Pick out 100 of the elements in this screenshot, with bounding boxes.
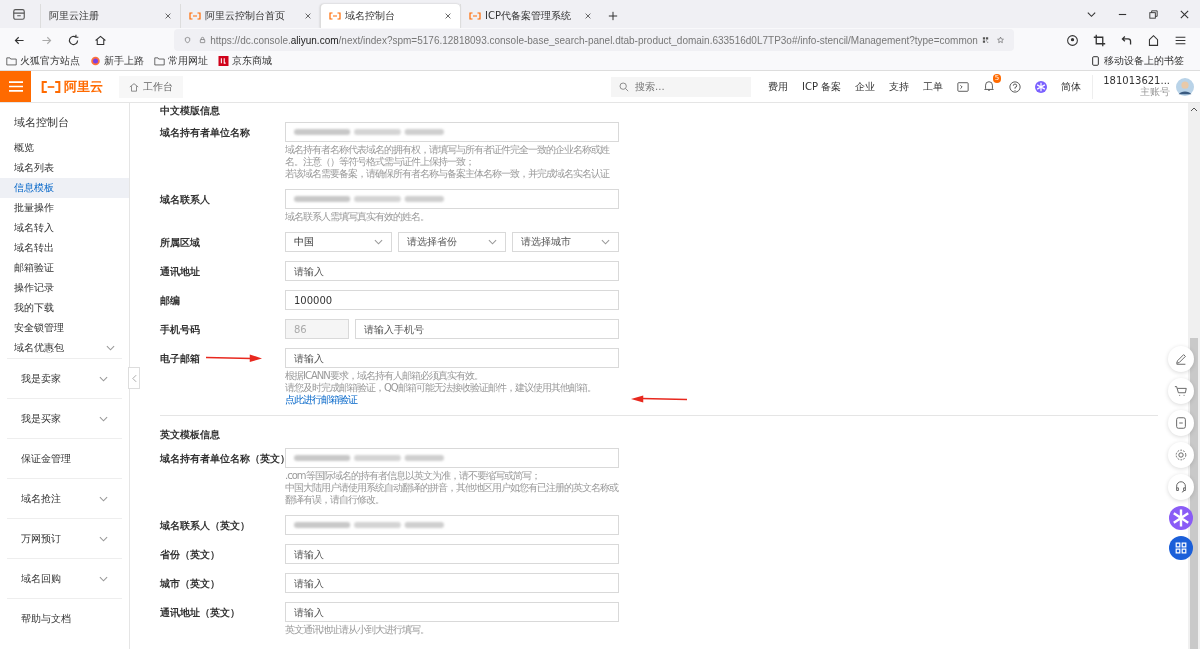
sidebar-group[interactable]: 帮助与文档 [7, 598, 122, 638]
sidebar-group[interactable]: 我是买家 [7, 398, 122, 438]
section-title: 英文模板信息 [160, 428, 221, 442]
sidebar-group[interactable]: 域名回购 [7, 558, 122, 598]
pencil-icon[interactable] [1168, 346, 1194, 372]
input-field[interactable]: 请输入 [285, 544, 619, 564]
undo-icon[interactable] [1120, 33, 1133, 47]
sidebar-group[interactable]: 万网预订 [7, 518, 122, 558]
qr-code-icon[interactable] [981, 34, 989, 46]
star-icon[interactable] [996, 34, 1004, 46]
sidebar-item[interactable]: 域名列表 [0, 158, 129, 178]
sidebar-item[interactable]: 域名转出 [0, 238, 129, 258]
hint-text: 请您及时完成邮箱验证，QQ邮箱可能无法接收验证邮件，建议使用其他邮箱。 点此进行邮箱验证 [285, 382, 597, 406]
sidebar-group[interactable]: 保证金管理 [7, 438, 122, 478]
close-icon[interactable] [304, 12, 312, 20]
home-icon[interactable] [94, 33, 107, 47]
input-field[interactable]: 请输入 [285, 602, 619, 622]
scrollbar[interactable] [1188, 103, 1200, 649]
folder-icon [154, 56, 165, 66]
nav-link[interactable]: 企业 [855, 79, 876, 94]
chevron-down-icon [106, 345, 115, 351]
crop-icon[interactable] [1093, 33, 1106, 47]
close-icon[interactable] [164, 12, 172, 20]
verify-email-link[interactable]: 点此进行邮箱验证 [285, 394, 357, 405]
field-label: 通讯地址（英文） [160, 606, 240, 620]
globe-icon [90, 56, 101, 66]
nav-link[interactable]: 工单 [923, 79, 944, 94]
field-label: 域名联系人 [160, 193, 210, 207]
sidebar-title: 域名控制台 [13, 115, 70, 131]
workbench-button[interactable]: 工作台 [119, 75, 183, 98]
restore-icon[interactable] [1148, 9, 1159, 20]
browser-tab[interactable]: 域名控制台 [320, 4, 460, 28]
select-field[interactable]: 请选择省份 [398, 232, 506, 252]
document-icon[interactable] [1168, 410, 1194, 436]
account-name[interactable]: 181013621... [1103, 74, 1170, 86]
sidebar-item[interactable]: 域名优惠包 [0, 338, 129, 358]
sidebar-item[interactable]: 我的下载 [0, 298, 129, 318]
logo-icon [469, 12, 481, 20]
bookmark-item[interactable]: 移动设备上的书签 [1090, 54, 1184, 68]
sparkle-icon[interactable] [1035, 80, 1048, 93]
sidebar-item[interactable]: 信息模板 [0, 178, 129, 198]
field-label: 域名持有者单位名称（英文） [160, 452, 290, 466]
input-field[interactable] [285, 189, 619, 209]
extensions-icon[interactable] [1147, 33, 1160, 47]
chevron-down-icon[interactable] [1086, 9, 1097, 20]
phone-field[interactable]: 请输入手机号 [355, 319, 619, 339]
input-field[interactable]: 请输入 [285, 348, 619, 368]
input-field[interactable]: 请输入 [285, 261, 619, 281]
grid-icon[interactable] [1169, 536, 1193, 560]
menu-icon [8, 81, 23, 92]
sidebar-item[interactable]: 域名转入 [0, 218, 129, 238]
avatar[interactable] [1176, 77, 1194, 96]
input-field[interactable] [285, 448, 619, 468]
input-field[interactable]: 100000 [285, 290, 619, 310]
hint-text: 若该域名需要备案，请确保所有者名称与备案主体名称一致，并完成域名实名认证 [285, 168, 609, 180]
chevron-down-icon [99, 535, 108, 542]
nav-link[interactable]: ICP 备案 [802, 79, 842, 94]
sidebar-item[interactable]: 批量操作 [0, 198, 129, 218]
bookmark-item[interactable]: 新手上路 [90, 54, 144, 68]
bookmark-item[interactable]: 京东商城 [218, 54, 272, 68]
close-icon[interactable] [584, 12, 592, 20]
sidebar-group[interactable]: 域名抢注 [7, 478, 122, 518]
logo-icon [329, 12, 341, 20]
select-field[interactable]: 中国 [285, 232, 393, 252]
sidebar-item[interactable]: 安全锁管理 [0, 318, 129, 338]
country-code-field: 86 [285, 319, 349, 339]
bell-icon[interactable] [983, 79, 996, 92]
tab-list-icon[interactable] [12, 7, 26, 21]
hint-text: 中国大陆用户请使用系统自动翻译的拼音，其他地区用户如您有已注册的英文名称或翻译有误，请自行修改。 [285, 482, 620, 506]
select-field[interactable]: 请选择城市 [511, 232, 619, 252]
field-label: 域名联系人（英文） [160, 519, 250, 533]
menu-button[interactable] [0, 71, 31, 102]
field-label: 城市（英文） [160, 577, 220, 591]
headset-icon[interactable] [1168, 474, 1194, 500]
help-icon[interactable] [1009, 80, 1022, 93]
search-field[interactable]: 搜索... [611, 76, 752, 97]
chevron-up-icon[interactable] [1190, 107, 1198, 112]
chevron-down-icon [601, 239, 610, 245]
bookmark-item[interactable]: 火狐官方站点 [6, 54, 80, 68]
nav-link[interactable]: 费用 [768, 79, 789, 94]
sidebar-item[interactable]: 操作记录 [0, 278, 129, 298]
input-field[interactable] [285, 515, 619, 535]
address-bar[interactable]: https://dc.console.aliyun.com/next/index?spm=5176.12818093.console-base_search-panel.dtab-product_domain.633516d0L7TP3o#/info-stencil/Management?type=common [174, 29, 1014, 51]
account-icon[interactable] [1066, 33, 1079, 47]
cart-icon[interactable] [1168, 378, 1194, 404]
sidebar-item[interactable]: 概览 [0, 138, 129, 158]
sidebar-item[interactable]: 邮箱验证 [0, 258, 129, 278]
nav-link[interactable]: 支持 [889, 79, 910, 94]
terminal-icon[interactable] [957, 80, 970, 93]
close-icon[interactable] [1179, 9, 1190, 20]
reload-icon[interactable] [67, 33, 80, 47]
language-link[interactable]: 简体 [1061, 79, 1082, 94]
input-field[interactable] [285, 122, 619, 142]
input-field[interactable]: 请输入 [285, 573, 619, 593]
bookmark-item[interactable]: 常用网址 [154, 54, 208, 68]
close-icon[interactable] [444, 12, 452, 20]
new-tab-icon[interactable] [608, 11, 618, 21]
chevron-down-icon [99, 375, 108, 382]
sidebar-group[interactable]: 我是卖家 [7, 358, 122, 398]
section-title: 中文模版信息 [160, 104, 221, 118]
